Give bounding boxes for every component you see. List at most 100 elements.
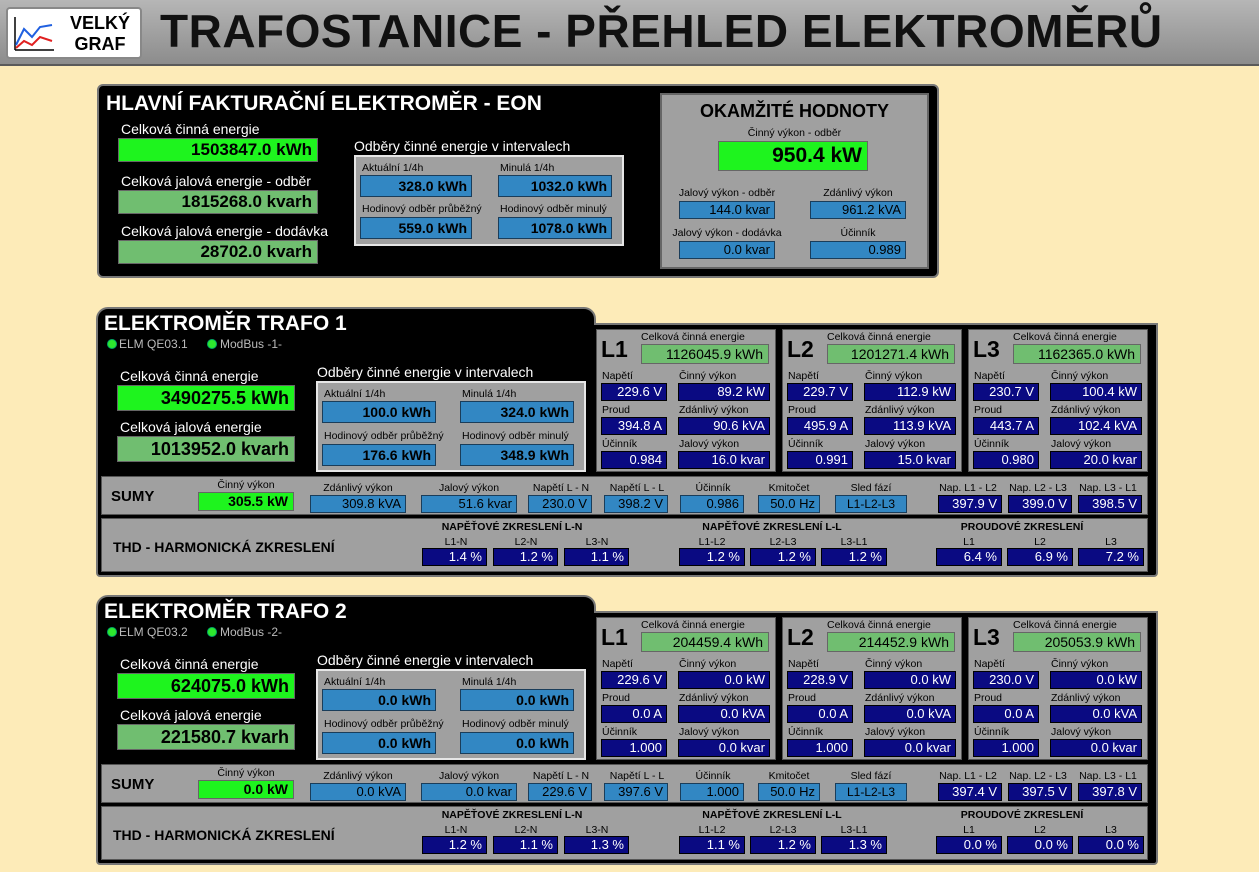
main-int-last-label: Minulá 1/4h xyxy=(500,162,555,174)
main-int-lasthour-value: 1078.0 kWh xyxy=(498,217,612,239)
thd-ln-title: NAPĚŤOVÉ ZKRESLENÍ L-N xyxy=(441,809,583,821)
phase-pf-value: 0.984 xyxy=(601,451,667,469)
phase-p-label: Činný výkon xyxy=(1051,658,1109,670)
thd-l1n-label: L1-N xyxy=(444,536,468,548)
main-int-current-value: 328.0 kWh xyxy=(360,175,472,197)
trafo1-int-current-label: Aktuální 1/4h xyxy=(324,388,386,400)
phase-u-value: 230.0 V xyxy=(973,671,1039,689)
trafo1-int-last-label: Minulá 1/4h xyxy=(462,388,517,400)
thd-l23-label: L2-L3 xyxy=(769,824,797,836)
phase-i-label: Proud xyxy=(788,404,817,416)
thd-l3n-value: 1.3 % xyxy=(564,836,629,854)
sum-u31-value: 397.8 V xyxy=(1078,783,1142,801)
main-meter-title: HLAVNÍ FAKTURAČNÍ ELEKTROMĚR - EON xyxy=(106,92,542,115)
sum-u12-value: 397.4 V xyxy=(938,783,1002,801)
phase-i-label: Proud xyxy=(602,404,631,416)
thd-i2-label: L2 xyxy=(1034,536,1046,548)
main-intervals-title: Odběry činné energie v intervalech xyxy=(354,138,571,154)
phase-pf-label: Účinník xyxy=(788,438,824,450)
thd-title: THD - HARMONICKÁ ZKRESLENÍ xyxy=(113,827,335,843)
trafo2-thd-row: THD - HARMONICKÁ ZKRESLENÍ NAPĚŤOVÉ ZKRE… xyxy=(101,806,1148,860)
sum-q-value: 51.6 kvar xyxy=(421,495,517,513)
sum-u31-value: 398.5 V xyxy=(1078,495,1142,513)
thd-i1-value: 6.4 % xyxy=(936,548,1002,566)
thd-ln-title: NAPĚŤOVÉ ZKRESLENÍ L-N xyxy=(441,521,583,533)
phase-energy-label: Celková činná energie xyxy=(827,619,931,631)
trafo2-int-hour-value: 0.0 kWh xyxy=(322,732,436,754)
thd-i2-label: L2 xyxy=(1034,824,1046,836)
phase-s-label: Zdánlivý výkon xyxy=(865,692,935,704)
thd-i-title: PROUDOVÉ ZKRESLENÍ xyxy=(960,809,1084,821)
thd-l1n-value: 1.4 % xyxy=(422,548,487,566)
main-intervals-box: Aktuální 1/4h 328.0 kWh Minulá 1/4h 1032… xyxy=(354,155,624,246)
instant-s-label: Zdánlivý výkon xyxy=(823,187,893,199)
thd-l12-value: 1.1 % xyxy=(679,836,745,854)
sum-ull-label: Napětí L - L xyxy=(609,770,665,782)
sum-ull-value: 397.6 V xyxy=(604,783,668,801)
thd-l23-label: L2-L3 xyxy=(769,536,797,548)
phase-p-value: 0.0 kW xyxy=(864,671,956,689)
phase-q-value: 0.0 kvar xyxy=(864,739,956,757)
thd-i2-value: 0.0 % xyxy=(1007,836,1073,854)
sum-u23-label: Nap. L2 - L3 xyxy=(1009,482,1067,494)
instant-values-box: OKAMŽITÉ HODNOTY Činný výkon - odběr 950… xyxy=(660,93,929,269)
big-graph-button[interactable]: VELKÝ GRAF xyxy=(6,7,142,59)
main-int-lasthour-label: Hodinový odběr minulý xyxy=(500,203,607,215)
phase-name: L3 xyxy=(973,336,1000,362)
thd-l23-value: 1.2 % xyxy=(750,548,816,566)
phase-pf-label: Účinník xyxy=(974,726,1010,738)
phase-q-value: 0.0 kvar xyxy=(1050,739,1142,757)
sum-u23-value: 399.0 V xyxy=(1008,495,1072,513)
trafo2-int-current-label: Aktuální 1/4h xyxy=(324,676,386,688)
phase-q-label: Jalový výkon xyxy=(1051,438,1112,450)
phase-u-label: Napětí xyxy=(602,370,633,382)
trafo1-int-hour-label: Hodinový odběr průběžný xyxy=(324,430,444,442)
phase-s-value: 0.0 kVA xyxy=(678,705,770,723)
phase-s-value: 102.4 kVA xyxy=(1050,417,1142,435)
phase-u-label: Napětí xyxy=(974,370,1005,382)
sums-label: SUMY xyxy=(111,776,155,793)
phase-q-value: 20.0 kvar xyxy=(1050,451,1142,469)
main-reactive-in-label: Celková jalová energie - odběr xyxy=(121,173,311,189)
thd-l3n-label: L3-N xyxy=(585,824,609,836)
sum-pf-value: 1.000 xyxy=(680,783,744,801)
phase-i-value: 0.0 A xyxy=(787,705,853,723)
thd-l31-value: 1.3 % xyxy=(821,836,887,854)
phase-name: L1 xyxy=(601,624,628,650)
phase-q-label: Jalový výkon xyxy=(865,438,926,450)
trafo1-status-elm: ELM QE03.1 xyxy=(119,337,188,351)
thd-l12-label: L1-L2 xyxy=(698,536,726,548)
sum-q-label: Jalový výkon xyxy=(438,482,500,494)
thd-l3n-value: 1.1 % xyxy=(564,548,629,566)
phase-pf-value: 0.991 xyxy=(787,451,853,469)
phase-u-value: 229.7 V xyxy=(787,383,853,401)
sum-pf-value: 0.986 xyxy=(680,495,744,513)
sum-uln-value: 230.0 V xyxy=(528,495,592,513)
phase-i-label: Proud xyxy=(974,404,1003,416)
trafo1-section: ELEKTROMĚR TRAFO 1 ELM QE03.1 ModBus -1-… xyxy=(96,307,1158,577)
trafo1-int-last-value: 324.0 kWh xyxy=(460,401,574,423)
thd-l23-value: 1.2 % xyxy=(750,836,816,854)
thd-l2n-value: 1.2 % xyxy=(493,548,558,566)
trafo2-sums-row: SUMY Činný výkon 0.0 kW Zdánlivý výkon 0… xyxy=(101,764,1148,803)
phase-q-value: 16.0 kvar xyxy=(678,451,770,469)
instant-q-in-label: Jalový výkon - odběr xyxy=(678,187,776,199)
main-reactive-out-label: Celková jalová energie - dodávka xyxy=(121,223,329,239)
thd-ll-title: NAPĚŤOVÉ ZKRESLENÍ L-L xyxy=(702,809,842,821)
sum-pf-label: Účinník xyxy=(695,482,731,494)
phase-energy-label: Celková činná energie xyxy=(641,331,745,343)
thd-l1n-label: L1-N xyxy=(444,824,468,836)
phase-i-value: 0.0 A xyxy=(973,705,1039,723)
instant-values-title: OKAMŽITÉ HODNOTY xyxy=(700,101,889,121)
phase-energy-value: 205053.9 kWh xyxy=(1013,632,1141,652)
phase-energy-label: Celková činná energie xyxy=(641,619,745,631)
trafo1-intervals-title: Odběry činné energie v intervalech xyxy=(317,364,534,380)
phase-u-value: 229.6 V xyxy=(601,671,667,689)
main-int-last-value: 1032.0 kWh xyxy=(498,175,612,197)
sum-seq-label: Sled fází xyxy=(850,482,892,494)
phase-u-label: Napětí xyxy=(974,658,1005,670)
instant-q-in-value: 144.0 kvar xyxy=(679,201,775,219)
phase-p-label: Činný výkon xyxy=(679,658,737,670)
trafo1-modbus-led xyxy=(207,339,217,349)
sum-f-value: 50.0 Hz xyxy=(758,495,820,513)
